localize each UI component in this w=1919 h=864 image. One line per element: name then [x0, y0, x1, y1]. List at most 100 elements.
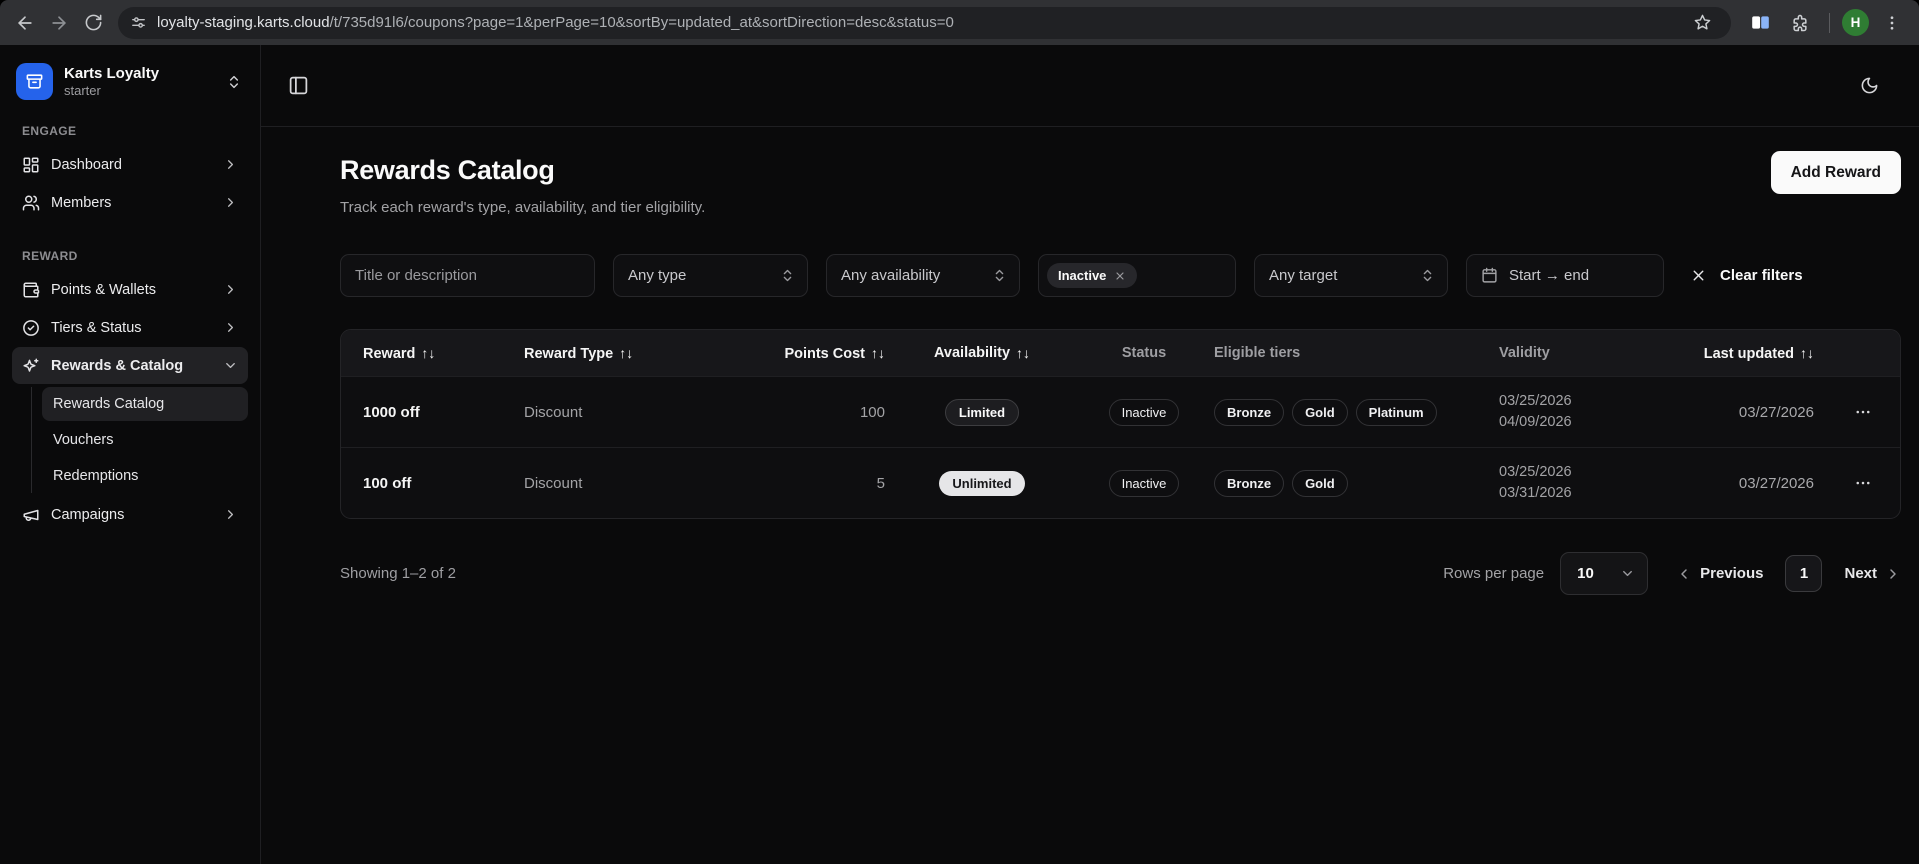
- column-header-eligible-tiers: Eligible tiers: [1209, 345, 1499, 361]
- sidebar-item-campaigns[interactable]: Campaigns: [12, 496, 248, 533]
- subnav-item-rewards-catalog[interactable]: Rewards Catalog: [42, 387, 248, 421]
- workspace-switcher[interactable]: Karts Loyalty starter: [12, 59, 248, 104]
- previous-label: Previous: [1700, 565, 1763, 582]
- table-row: 100 off Discount 5 Unlimited Inactive Br…: [341, 447, 1900, 518]
- subnav-item-redemptions[interactable]: Redemptions: [42, 459, 248, 493]
- url-bar[interactable]: loyalty-staging.karts.cloud/t/735d91l6/c…: [118, 7, 1731, 39]
- star-icon: [1693, 13, 1712, 32]
- badge-check-icon: [22, 319, 40, 337]
- chevron-down-icon: [1620, 566, 1635, 581]
- column-header-last-updated[interactable]: Last updated↑↓: [1619, 345, 1814, 362]
- target-filter-value: Any target: [1269, 267, 1337, 284]
- sidebar-toggle-button[interactable]: [281, 69, 315, 103]
- sidebar-item-label: Points & Wallets: [51, 282, 156, 298]
- add-reward-button[interactable]: Add Reward: [1771, 151, 1901, 194]
- extensions-button[interactable]: [1783, 6, 1817, 40]
- side-panel-icon: [1750, 12, 1771, 33]
- close-icon: [1690, 267, 1707, 284]
- sidebar-item-label: Dashboard: [51, 157, 122, 173]
- sidebar-item-dashboard[interactable]: Dashboard: [12, 146, 248, 183]
- availability-filter-select[interactable]: Any availability: [826, 254, 1020, 297]
- url-text: loyalty-staging.karts.cloud/t/735d91l6/c…: [157, 14, 1685, 31]
- type-filter-select[interactable]: Any type: [613, 254, 808, 297]
- chevron-down-icon: [223, 358, 238, 373]
- status-filter-chip[interactable]: Inactive: [1047, 263, 1137, 288]
- column-header-reward-type[interactable]: Reward Type↑↓: [524, 345, 704, 362]
- column-header-validity: Validity: [1499, 345, 1619, 361]
- validity-dates: 03/25/2026 03/31/2026: [1499, 462, 1619, 504]
- archive-icon: [25, 72, 44, 91]
- url-domain: loyalty-staging.karts.cloud: [157, 14, 330, 31]
- profile-avatar[interactable]: H: [1842, 9, 1869, 36]
- table-row: 1000 off Discount 100 Limited Inactive B…: [341, 376, 1900, 447]
- search-input[interactable]: [340, 254, 595, 297]
- page-number-button[interactable]: 1: [1785, 555, 1822, 592]
- column-header-reward[interactable]: Reward↑↓: [363, 345, 524, 362]
- results-summary: Showing 1–2 of 2: [340, 565, 456, 582]
- bookmark-star-button[interactable]: [1685, 6, 1719, 40]
- column-header-points-cost[interactable]: Points Cost↑↓: [704, 345, 885, 362]
- ellipsis-icon: [1854, 403, 1872, 421]
- arrow-right-icon: [49, 13, 69, 33]
- column-header-availability[interactable]: Availability↑↓: [885, 345, 1079, 361]
- page-header-text: Rewards Catalog Track each reward's type…: [340, 155, 705, 216]
- table-footer: Showing 1–2 of 2 Rows per page 10 Previo…: [340, 552, 1901, 595]
- sort-icon: ↑↓: [1016, 345, 1030, 361]
- toolbar-divider: [1829, 13, 1830, 33]
- browser-reload-button[interactable]: [76, 6, 110, 40]
- subnav-item-vouchers[interactable]: Vouchers: [42, 423, 248, 457]
- dark-mode-toggle-button[interactable]: [1852, 69, 1886, 103]
- date-range-value: Start → end: [1509, 267, 1589, 284]
- validity-start: 03/25/2026: [1499, 391, 1619, 412]
- users-icon: [22, 194, 40, 212]
- chevrons-up-down-icon: [780, 268, 795, 283]
- workspace-logo-icon: [16, 63, 53, 100]
- browser-forward-button[interactable]: [42, 6, 76, 40]
- column-header-status: Status: [1079, 345, 1209, 361]
- topbar: [261, 45, 1919, 127]
- browser-back-button[interactable]: [8, 6, 42, 40]
- previous-page-button[interactable]: Previous: [1676, 565, 1763, 582]
- next-page-button[interactable]: Next: [1844, 565, 1901, 582]
- content: Rewards Catalog Track each reward's type…: [261, 127, 1919, 595]
- status-badge: Inactive: [1109, 470, 1180, 497]
- target-filter-select[interactable]: Any target: [1254, 254, 1448, 297]
- sidebar-item-points-wallets[interactable]: Points & Wallets: [12, 271, 248, 308]
- sort-icon: ↑↓: [1800, 345, 1814, 361]
- rows-per-page-select[interactable]: 10: [1560, 552, 1648, 595]
- sidebar-item-rewards-catalog-group[interactable]: Rewards & Catalog: [12, 347, 248, 384]
- rewards-table: Reward↑↓ Reward Type↑↓ Points Cost↑↓ Ava…: [340, 329, 1901, 519]
- tier-badge: Gold: [1292, 470, 1348, 497]
- sparkles-icon: [22, 357, 40, 375]
- row-actions-button[interactable]: [1848, 397, 1878, 427]
- dashboard-icon: [22, 156, 40, 174]
- last-updated: 03/27/2026: [1619, 404, 1814, 421]
- next-label: Next: [1844, 565, 1877, 582]
- eligible-tiers: Bronze Gold: [1209, 470, 1499, 497]
- side-panel-button[interactable]: [1743, 6, 1777, 40]
- app-shell: Karts Loyalty starter ENGAGE Dashboard M…: [0, 45, 1919, 864]
- browser-chrome: loyalty-staging.karts.cloud/t/735d91l6/c…: [0, 0, 1919, 45]
- site-settings-icon: [130, 14, 147, 31]
- browser-menu-button[interactable]: [1875, 6, 1909, 40]
- sidebar-item-members[interactable]: Members: [12, 184, 248, 221]
- availability-filter-value: Any availability: [841, 267, 940, 284]
- status-chip-label: Inactive: [1058, 268, 1106, 283]
- reload-icon: [84, 13, 103, 32]
- page-header: Rewards Catalog Track each reward's type…: [340, 155, 1901, 216]
- remove-chip-icon[interactable]: [1114, 270, 1126, 282]
- sort-icon: ↑↓: [619, 345, 633, 361]
- tier-badge: Bronze: [1214, 470, 1284, 497]
- page-title: Rewards Catalog: [340, 155, 705, 186]
- clear-filters-button[interactable]: Clear filters: [1690, 267, 1803, 284]
- chevrons-up-down-icon: [1420, 268, 1435, 283]
- sidebar-item-label: Campaigns: [51, 507, 124, 523]
- sidebar-item-label: Tiers & Status: [51, 320, 142, 336]
- url-path: /t/735d91l6/coupons?page=1&perPage=10&so…: [330, 14, 954, 31]
- date-range-picker[interactable]: Start → end: [1466, 254, 1664, 297]
- pagination-controls: Rows per page 10 Previous 1 Next: [1443, 552, 1901, 595]
- status-filter-multiselect[interactable]: Inactive: [1038, 254, 1236, 297]
- ellipsis-icon: [1854, 474, 1872, 492]
- sidebar-item-tiers-status[interactable]: Tiers & Status: [12, 309, 248, 346]
- row-actions-button[interactable]: [1848, 468, 1878, 498]
